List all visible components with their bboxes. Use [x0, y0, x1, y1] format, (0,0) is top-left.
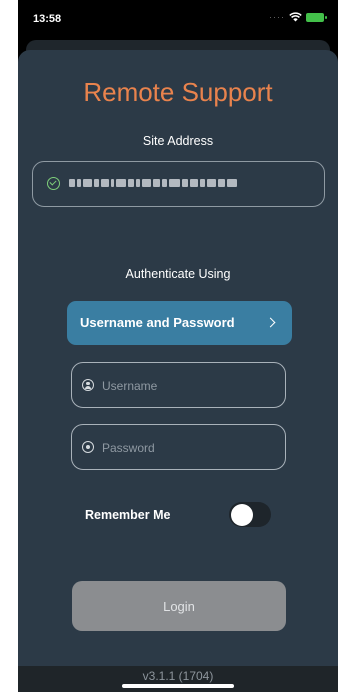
password-field[interactable]: [71, 424, 286, 470]
signal-icon: ····: [269, 12, 285, 22]
site-address-value-redacted: [69, 176, 237, 190]
authenticate-using-label: Authenticate Using: [125, 267, 231, 281]
check-circle-icon: [47, 177, 60, 190]
battery-icon: [306, 12, 327, 22]
status-icons: ····: [269, 12, 327, 22]
username-field[interactable]: [71, 362, 286, 408]
username-input[interactable]: [102, 376, 277, 396]
wifi-icon: [289, 12, 302, 22]
login-sheet: Remote Support Site Address Authenticate…: [18, 50, 338, 692]
site-address-label: Site Address: [142, 134, 214, 148]
auth-method-label: Username and Password: [80, 315, 235, 330]
status-bar: 13:58 ····: [18, 0, 338, 38]
remember-me-label: Remember Me: [85, 508, 171, 522]
phone-screen: 13:58 ···· Remote Support Site Address A…: [18, 0, 338, 692]
status-time: 13:58: [33, 13, 62, 25]
toggle-knob: [230, 503, 253, 526]
remember-me-toggle[interactable]: [229, 502, 271, 527]
site-address-field[interactable]: [32, 161, 325, 207]
home-indicator[interactable]: [122, 684, 234, 688]
footer: v3.1.1 (1704): [18, 666, 338, 692]
auth-method-button[interactable]: Username and Password: [67, 301, 292, 345]
app-title: Remote Support: [83, 77, 273, 107]
version-label: v3.1.1 (1704): [142, 669, 214, 683]
lock-icon: [82, 441, 94, 453]
user-icon: [82, 379, 94, 391]
password-input[interactable]: [102, 438, 277, 458]
login-button[interactable]: Login: [72, 581, 286, 631]
chevron-right-icon: [265, 317, 276, 328]
